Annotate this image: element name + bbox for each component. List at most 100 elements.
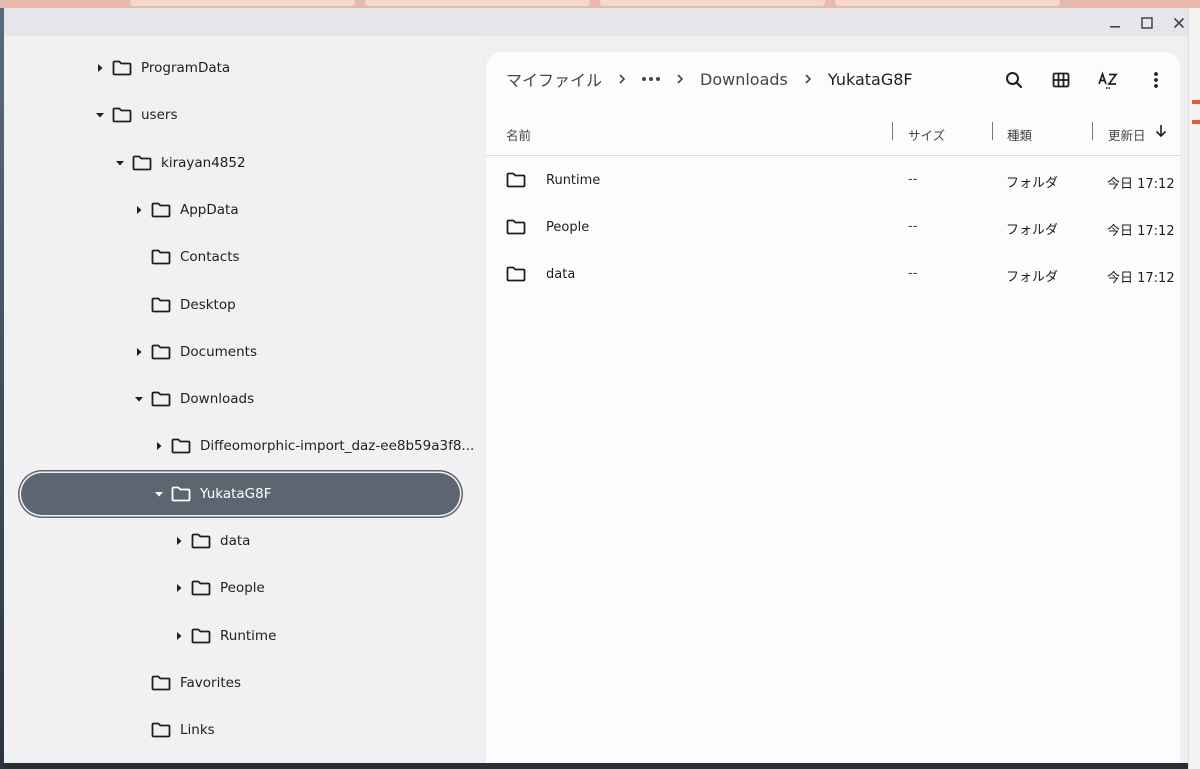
file-size: -- [908,219,918,234]
background-window-edge [1188,8,1200,769]
file-modified: 今日 17:12 [1107,177,1175,192]
file-row[interactable]: data -- フォルダ 今日 17:12 [486,251,1180,297]
breadcrumb-current[interactable]: YukataG8F [828,70,913,89]
grid-view-icon [1052,72,1070,88]
tree-item-label: kirayan4852 [161,154,246,171]
tree-item-appdata[interactable]: AppData [4,190,474,230]
file-list-panel: マイファイル Downloads YukataG8F 名前 サイズ 種類 更新日… [486,52,1180,763]
column-size[interactable]: サイズ [908,125,945,144]
tree-item-label: YukataG8F [200,485,272,502]
file-name: data [546,267,576,282]
folder-icon [191,628,211,644]
tree-item-programdata[interactable]: ProgramData [4,48,474,88]
folder-icon [506,266,526,282]
minimize-button[interactable] [1104,12,1126,34]
collapse-arrow-icon[interactable] [114,157,126,169]
tree-item-downloads[interactable]: Downloads [4,379,474,419]
search-button[interactable] [1000,66,1028,94]
file-modified: 今日 17:12 [1107,271,1175,286]
arrow-down-icon[interactable] [1154,123,1168,142]
tree-item-label: Downloads [180,391,255,408]
more-options-button[interactable] [1142,66,1170,94]
background-tab-strip [0,0,1200,8]
expand-arrow-icon[interactable] [173,535,185,547]
tree-item-label: Contacts [180,249,240,266]
expand-arrow-icon[interactable] [133,204,145,216]
expand-arrow-icon[interactable] [173,582,185,594]
more-horizontal-icon[interactable] [642,77,661,81]
tree-item-users[interactable]: users [4,95,474,135]
file-name: People [546,220,590,235]
background-tab [130,0,355,6]
chevron-right-icon [674,73,686,85]
file-row[interactable]: Runtime -- フォルダ 今日 17:12 [486,157,1180,203]
tree-item-contacts[interactable]: Contacts [4,237,474,277]
tree-item-label: ProgramData [141,60,231,76]
column-header: 名前 サイズ 種類 更新日 [486,112,1180,156]
column-name[interactable]: 名前 [506,125,531,144]
column-type[interactable]: 種類 [1007,125,1032,144]
background-window-mark [1192,100,1200,104]
close-button[interactable] [1168,12,1188,34]
background-tab [600,0,825,6]
expand-arrow-icon[interactable] [133,346,145,358]
tree-item-label: AppData [180,201,239,218]
collapse-arrow-icon[interactable] [153,488,165,500]
folder-icon [112,107,132,123]
tree-item-label: Documents [180,343,257,360]
tree-item-label: Runtime [220,627,277,644]
folder-icon [151,297,171,313]
tree-item-diffeomorphic-import-daz-ee8b59a3f8[interactable]: Diffeomorphic-import_daz-ee8b59a3f8... [4,426,474,466]
tree-item-people[interactable]: People [4,568,474,608]
tree-item-label: Desktop [180,296,236,313]
tree-item-favorites[interactable]: Favorites [4,663,474,703]
file-row[interactable]: People -- フォルダ 今日 17:12 [486,204,1180,250]
breadcrumb-downloads[interactable]: Downloads [700,70,788,89]
column-divider[interactable] [992,122,993,140]
maximize-icon [1141,17,1153,29]
column-modified[interactable]: 更新日 [1108,125,1146,144]
expand-arrow-icon[interactable] [94,62,106,74]
column-divider[interactable] [892,122,893,140]
tree-item-links[interactable]: Links [4,710,474,750]
collapse-arrow-icon[interactable] [94,109,106,121]
background-tab [365,0,590,6]
folder-icon [151,344,171,360]
folder-icon [112,60,132,76]
tree-item-label: data [220,533,251,549]
file-size: -- [908,172,918,187]
chevron-right-icon [802,73,814,85]
expand-arrow-icon[interactable] [173,630,185,642]
breadcrumb: マイファイル Downloads YukataG8F [506,67,913,91]
tree-item-label: People [220,580,265,597]
chevron-right-icon [616,73,628,85]
folder-icon [191,533,211,549]
folder-icon [191,580,211,596]
folder-icon [151,722,171,738]
sort-az-icon [1098,71,1118,89]
folder-icon [151,249,171,265]
expand-arrow-icon[interactable] [153,440,165,452]
tree-item-desktop[interactable]: Desktop [4,285,474,325]
folder-icon [171,486,191,502]
tree-item-yukatag8f[interactable]: YukataG8F [21,472,460,515]
tree-item-documents[interactable]: Documents [4,332,474,372]
folder-icon [151,391,171,407]
file-type: フォルダ [1006,176,1059,191]
maximize-button[interactable] [1136,12,1158,34]
breadcrumb-root[interactable]: マイファイル [506,67,602,91]
folder-icon [506,172,526,188]
sort-button[interactable] [1094,66,1122,94]
tree-item-runtime[interactable]: Runtime [4,616,474,656]
grid-view-button[interactable] [1047,66,1075,94]
close-icon [1173,17,1185,29]
tree-item-kirayan4852[interactable]: kirayan4852 [4,143,474,183]
more-vertical-icon [1154,72,1158,88]
title-bar [4,8,1188,36]
collapse-arrow-icon[interactable] [133,393,145,405]
tree-item-data[interactable]: data [4,521,474,561]
file-name: Runtime [546,173,601,188]
column-divider[interactable] [1092,122,1093,140]
